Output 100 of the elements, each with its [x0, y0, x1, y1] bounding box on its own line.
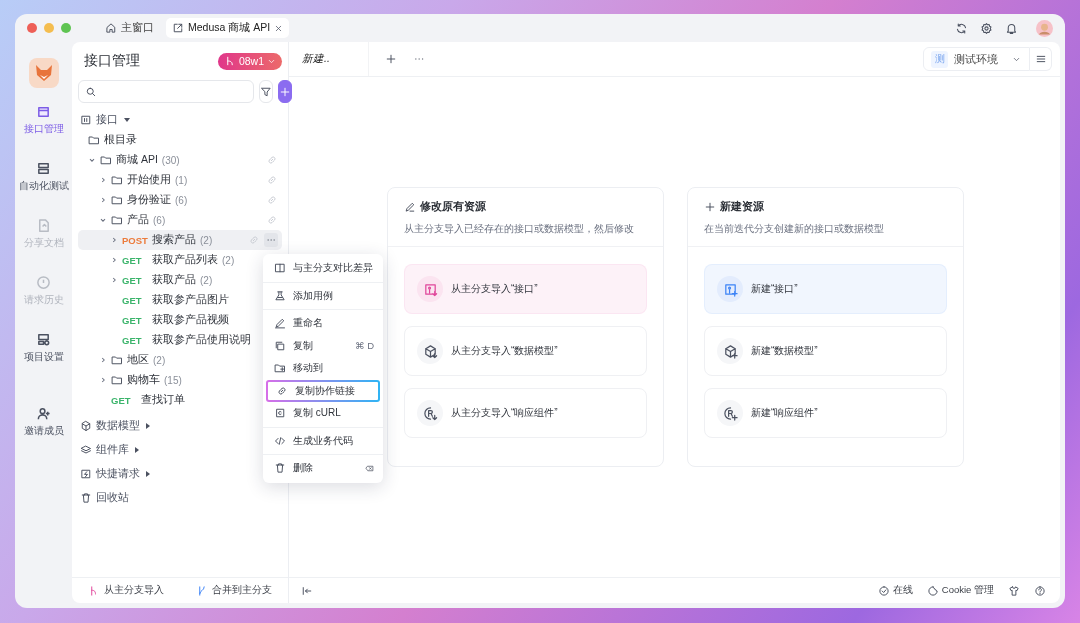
refresh-icon[interactable]	[955, 21, 968, 35]
tree-item[interactable]: 商城 API (30)	[78, 150, 282, 170]
resource-option[interactable]: 从主分支导入“响应组件”	[404, 388, 647, 438]
response-icon	[722, 405, 738, 421]
copy-icon	[274, 407, 286, 420]
code-icon	[274, 434, 286, 447]
section-label: 接口	[96, 113, 118, 127]
merge-icon	[196, 584, 208, 597]
environment-select[interactable]: 测 测试环境	[923, 47, 1030, 71]
chevron-icon[interactable]	[110, 236, 118, 244]
caret-icon[interactable]	[124, 118, 130, 122]
chevron-icon[interactable]	[99, 356, 107, 364]
section-item[interactable]: 回收站	[78, 486, 282, 510]
add-button[interactable]	[278, 80, 292, 103]
menu-item[interactable]: 复制协作链接	[266, 379, 380, 402]
lightning-icon	[80, 468, 92, 480]
branch-badge[interactable]: 08w1	[217, 52, 282, 70]
chevron-icon[interactable]	[99, 196, 107, 204]
pencil-icon	[404, 201, 416, 213]
chevron-icon[interactable]	[88, 156, 96, 164]
cookie-manager-button[interactable]: Cookie 管理	[926, 584, 994, 597]
resource-option[interactable]: 新建“接口”	[704, 264, 947, 314]
folder-icon	[111, 174, 123, 186]
add-user-icon	[36, 406, 51, 421]
folder-icon	[88, 134, 100, 146]
api-icon	[36, 104, 51, 119]
tree-item[interactable]: 开始使用 (1)	[78, 170, 282, 190]
api-icon	[80, 114, 92, 126]
search-field[interactable]	[78, 80, 254, 103]
trash-icon	[80, 492, 92, 504]
filter-button[interactable]	[259, 80, 273, 103]
window-tab[interactable]: Medusa 商城 API	[166, 18, 290, 38]
nav-item[interactable]: 接口管理	[23, 100, 64, 140]
split-view-icon	[274, 262, 286, 275]
response-icon	[422, 405, 438, 421]
online-status[interactable]: 在线	[877, 584, 913, 597]
cube-icon	[722, 343, 738, 359]
bell-icon[interactable]	[1005, 21, 1018, 35]
user-avatar[interactable]	[1036, 19, 1053, 37]
backspace-icon	[365, 463, 374, 473]
flask-icon	[274, 289, 286, 302]
invite-members-button[interactable]: 邀请成员	[23, 402, 64, 442]
folder-icon	[100, 154, 112, 166]
chevron-icon[interactable]	[99, 176, 107, 184]
cookie-icon	[926, 584, 939, 597]
cube-icon	[422, 343, 438, 359]
pencil-icon	[274, 317, 286, 330]
close-window-button[interactable]	[27, 23, 37, 33]
tree-item[interactable]: POST 搜索产品 (2)	[78, 230, 282, 250]
menu-item[interactable]: 添加用例	[263, 284, 383, 307]
folder-icon	[111, 354, 123, 366]
more-button[interactable]	[264, 233, 278, 247]
trash-icon	[274, 462, 286, 475]
filter-icon	[260, 85, 272, 98]
resource-option[interactable]: 从主分支导入“数据模型”	[404, 326, 647, 376]
menu-item[interactable]: 重命名	[263, 312, 383, 335]
tree-item[interactable]: 根目录	[78, 130, 282, 150]
menu-button[interactable]	[1030, 47, 1052, 71]
cube-icon	[80, 420, 92, 432]
shirt-icon[interactable]	[1008, 584, 1020, 597]
document-icon	[36, 218, 51, 233]
close-icon[interactable]	[274, 23, 284, 33]
panel-title: 接口管理	[84, 52, 141, 70]
nav-item[interactable]: 项目设置	[23, 328, 64, 368]
folder-icon	[111, 374, 123, 386]
card-title: 修改原有资源	[420, 200, 486, 214]
plus-icon	[279, 85, 291, 98]
endpoint-icon	[722, 281, 738, 297]
external-link-icon	[172, 22, 184, 34]
chevron-icon[interactable]	[99, 376, 107, 384]
branch-action-button[interactable]: 从主分支导入	[72, 584, 180, 597]
add-tab-icon[interactable]	[385, 53, 397, 65]
copy-icon	[274, 339, 286, 352]
maximize-window-button[interactable]	[61, 23, 71, 33]
resource-option[interactable]: 从主分支导入“接口”	[404, 264, 647, 314]
resource-option[interactable]: 新建“数据模型”	[704, 326, 947, 376]
window-tab[interactable]: 主窗口	[99, 18, 160, 38]
tree-item[interactable]: 身份验证 (6)	[78, 190, 282, 210]
folder-icon	[111, 194, 123, 206]
menu-item[interactable]: 生成业务代码	[263, 429, 383, 452]
card-description: 从主分支导入已经存在的接口或数据模型，然后修改	[404, 223, 635, 236]
folder-icon	[111, 214, 123, 226]
chevron-icon[interactable]	[110, 256, 118, 264]
resource-option[interactable]: 新建“响应组件”	[704, 388, 947, 438]
logo-icon[interactable]	[28, 58, 59, 88]
search-icon	[85, 85, 97, 98]
card-title: 新建资源	[720, 200, 764, 214]
endpoint-icon	[422, 281, 438, 297]
collapse-sidebar-icon[interactable]	[301, 584, 313, 597]
tree-item[interactable]: 产品 (6)	[78, 210, 282, 230]
clock-icon	[36, 275, 51, 290]
layers-icon	[80, 444, 92, 456]
branch-action-button[interactable]: 合并到主分支	[180, 584, 288, 597]
folder-icon	[274, 362, 286, 375]
chevron-icon[interactable]	[110, 276, 118, 284]
chevron-icon[interactable]	[99, 216, 107, 224]
home-icon	[105, 22, 117, 34]
help-icon[interactable]	[1034, 584, 1046, 597]
nav-item[interactable]: 自动化测试	[18, 157, 69, 197]
menu-icon	[1034, 53, 1047, 65]
